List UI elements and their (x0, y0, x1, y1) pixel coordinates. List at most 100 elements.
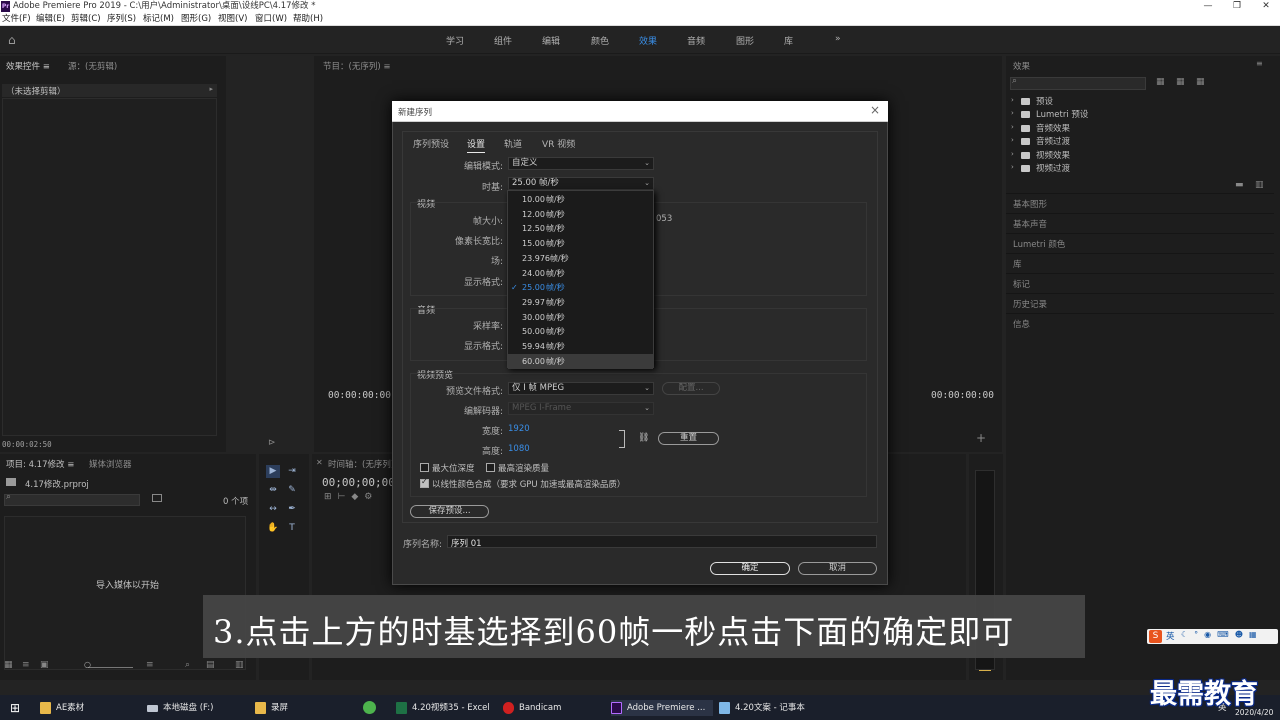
menu-graphics[interactable]: 图形(G) (181, 13, 211, 26)
accelerated-effects-icon[interactable]: ▦ (1156, 77, 1165, 87)
pen-tool-icon[interactable]: ✒ (285, 503, 299, 516)
menu-sequence[interactable]: 序列(S) (107, 13, 136, 26)
tab-effect-controls[interactable]: 效果控件 ≡ (6, 60, 50, 72)
trash-icon[interactable]: ▥ (235, 660, 244, 670)
section-libraries[interactable]: 库 (1006, 253, 1274, 272)
reset-button[interactable]: 重置 (658, 432, 719, 445)
close-icon[interactable]: ✕ (1251, 0, 1280, 13)
section-history[interactable]: 历史记录 (1006, 293, 1274, 312)
tree-chevron-icon[interactable]: › (1011, 136, 1014, 144)
save-preset-button[interactable]: 保存预设... (410, 505, 489, 518)
workspace-more-icon[interactable]: » (835, 34, 841, 44)
timebase-option[interactable]: 29.97 帧/秒 (508, 295, 653, 310)
workspace-audio[interactable]: 音频 (687, 34, 705, 47)
menu-help[interactable]: 帮助(H) (293, 13, 323, 26)
tab-vr-video[interactable]: VR 视频 (542, 137, 575, 150)
project-search-input[interactable] (4, 494, 140, 506)
tab-sequence-presets[interactable]: 序列预设 (413, 137, 449, 150)
list-view-icon[interactable]: ≡ (22, 660, 30, 670)
sequence-name-input[interactable]: 序列 01 (447, 535, 877, 549)
timebase-option[interactable]: 50.00 帧/秒 (508, 324, 653, 339)
ime-mode-label[interactable]: 英 (1166, 630, 1175, 642)
workspace-learn[interactable]: 学习 (446, 34, 464, 47)
preview-format-select[interactable]: 仅 I 帧 MPEG ⌄ (508, 382, 654, 395)
section-essential-sound[interactable]: 基本声音 (1006, 213, 1274, 232)
sogou-ime-icon[interactable]: S (1149, 630, 1162, 643)
minimize-icon[interactable]: — (1193, 0, 1223, 13)
timebase-option[interactable]: 12.00 帧/秒 (508, 207, 653, 222)
chain-link-icon[interactable]: ⛓ (638, 433, 649, 443)
workspace-color[interactable]: 颜色 (591, 34, 609, 47)
32bit-effects-icon[interactable]: ▦ (1176, 77, 1185, 87)
section-info[interactable]: 信息 (1006, 313, 1274, 332)
icon-view-icon[interactable]: ▣ (40, 660, 49, 670)
tree-chevron-icon[interactable]: › (1011, 163, 1014, 171)
tab-tracks[interactable]: 轨道 (504, 137, 522, 150)
panel-menu-icon[interactable]: ≡ (1256, 59, 1263, 68)
close-tab-icon[interactable]: ✕ (316, 458, 323, 467)
timebase-option[interactable]: 24.00 帧/秒 (508, 266, 653, 281)
tree-chevron-icon[interactable]: › (1011, 109, 1014, 117)
menu-view[interactable]: 视图(V) (218, 13, 247, 26)
timebase-option[interactable]: 12.50 帧/秒 (508, 221, 653, 236)
configure-button[interactable]: 配置... (662, 382, 720, 395)
timebase-option[interactable]: 30.00 帧/秒 (508, 310, 653, 325)
find-icon[interactable]: ⌕ (185, 660, 190, 670)
menu-file[interactable]: 文件(F) (2, 13, 31, 26)
timebase-option[interactable]: 23.976 帧/秒 (508, 251, 653, 266)
section-lumetri-color[interactable]: Lumetri 颜色 (1006, 233, 1274, 252)
app-green-icon[interactable] (363, 701, 376, 714)
workspace-effects[interactable]: 效果 (639, 34, 657, 47)
tree-item-lumetri-presets[interactable]: Lumetri 预设 (1036, 108, 1088, 120)
tab-source[interactable]: 源：(无剪辑) (68, 60, 117, 72)
restore-icon[interactable]: ❐ (1222, 0, 1252, 13)
height-value[interactable]: 1080 (508, 444, 530, 454)
new-bin-icon[interactable]: ▬ (1235, 180, 1244, 190)
tab-media-browser[interactable]: 媒体浏览器 (89, 458, 132, 470)
expand-icon[interactable]: ▸ (209, 85, 213, 93)
tree-item-audio-effects[interactable]: 音频效果 (1036, 122, 1070, 134)
max-bit-depth-checkbox[interactable] (420, 463, 429, 472)
add-button-icon[interactable]: + (976, 431, 986, 445)
workspace-assembly[interactable]: 组件 (494, 34, 512, 47)
timebase-option[interactable]: 59.94 帧/秒 (508, 339, 653, 354)
razor-icon[interactable]: ✎ (285, 484, 299, 497)
ok-button[interactable]: 确定 (710, 562, 790, 575)
filter-icon[interactable]: ⊳ (268, 438, 276, 448)
timeline-tools-icon[interactable]: ⊞⊢◆⚙ (324, 492, 378, 502)
new-bin-icon[interactable] (152, 494, 162, 502)
workspace-editing[interactable]: 编辑 (542, 34, 560, 47)
tree-chevron-icon[interactable]: › (1011, 150, 1014, 158)
type-tool-icon[interactable]: T (285, 522, 299, 535)
cancel-button[interactable]: 取消 (798, 562, 877, 575)
slip-tool-icon[interactable]: ↔ (266, 503, 280, 516)
workspace-graphics[interactable]: 图形 (736, 34, 754, 47)
windows-start-icon[interactable]: ⊞ (10, 701, 20, 715)
tree-chevron-icon[interactable]: › (1011, 123, 1014, 131)
section-markers[interactable]: 标记 (1006, 273, 1274, 292)
tree-chevron-icon[interactable]: › (1011, 96, 1014, 104)
tree-item-audio-transitions[interactable]: 音频过渡 (1036, 135, 1070, 147)
menu-clip[interactable]: 剪辑(C) (71, 13, 101, 26)
section-essential-graphics[interactable]: 基本图形 (1006, 193, 1274, 212)
tab-project[interactable]: 项目: 4.17修改 ≡ (6, 458, 74, 470)
timebase-option[interactable]: ✓ 25.00 帧/秒 (508, 280, 653, 295)
menu-edit[interactable]: 编辑(E) (36, 13, 65, 26)
width-value[interactable]: 1920 (508, 424, 530, 434)
yuv-effects-icon[interactable]: ▦ (1196, 77, 1205, 87)
dialog-close-icon[interactable]: × (870, 103, 880, 117)
ripple-edit-icon[interactable]: ⇹ (266, 484, 280, 497)
tree-item-presets[interactable]: 预设 (1036, 95, 1053, 107)
tree-item-video-transitions[interactable]: 视频过渡 (1036, 162, 1070, 174)
hand-tool-icon[interactable]: ✋ (266, 522, 280, 535)
tab-settings[interactable]: 设置 (467, 137, 486, 153)
linear-color-checkbox[interactable] (420, 477, 429, 488)
trash-icon[interactable]: ▥ (1255, 180, 1264, 190)
timebase-option[interactable]: 10.00 帧/秒 (508, 192, 653, 207)
zoom-slider[interactable] (88, 667, 133, 668)
sort-icon[interactable]: ≡ (146, 660, 154, 670)
effects-search-input[interactable] (1010, 77, 1146, 90)
max-render-quality-checkbox[interactable] (486, 463, 495, 472)
timebase-option[interactable]: 60.00 帧/秒 (508, 353, 653, 369)
program-tab[interactable]: 节目：(无序列) ≡ (323, 60, 390, 72)
